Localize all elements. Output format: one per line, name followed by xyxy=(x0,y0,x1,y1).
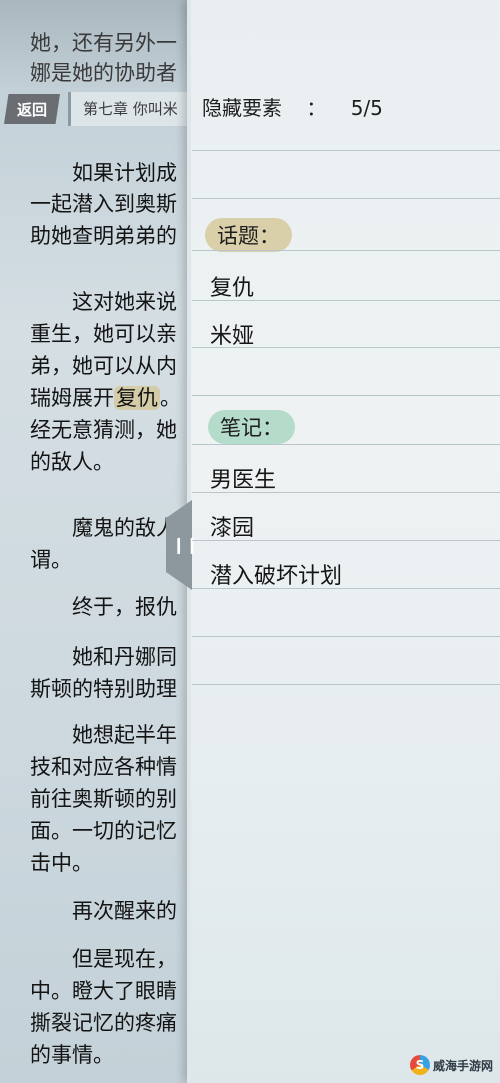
reader-line-highlighted: 瑞姆展开复仇。 xyxy=(30,385,181,411)
divider xyxy=(192,300,500,301)
reader-line: 一起潜入到奥斯 xyxy=(30,192,177,216)
panel-title-separator: ： xyxy=(306,96,327,120)
reader-line: 如果计划成 xyxy=(72,161,177,185)
panel-title-count: 5/5 xyxy=(350,96,383,120)
watermark-text: 威海手游网 xyxy=(433,1058,494,1073)
note-item[interactable]: 男医生 xyxy=(210,462,276,494)
reader-line: 技和对应各种情 xyxy=(30,755,177,779)
back-button[interactable]: 返回 xyxy=(4,94,60,124)
reader-line: 重生，她可以亲 xyxy=(30,322,177,346)
reader-line: 的事情。 xyxy=(30,1043,114,1067)
watermark-logo-icon: S xyxy=(410,1055,430,1075)
reader-text: 。 xyxy=(160,386,181,410)
topic-item[interactable]: 复仇 xyxy=(210,270,254,302)
reader-line: 谓。 xyxy=(30,548,72,572)
reader-line: 再次醒来的 xyxy=(72,899,177,923)
divider xyxy=(192,347,500,348)
reader-line: 撕裂记忆的疼痛 xyxy=(30,1011,177,1035)
reader-line: 前往奥斯顿的别 xyxy=(30,787,177,811)
reader-line: 斯顿的特别助理 xyxy=(30,677,177,701)
reader-line: 助她查明弟弟的 xyxy=(30,224,177,248)
double-bar-icon: ❙❙ xyxy=(172,535,199,554)
panel-title: 隐藏要素 ： 5/5 xyxy=(202,92,383,121)
note-item[interactable]: 漆园 xyxy=(210,510,254,542)
divider xyxy=(192,150,500,151)
reader-line: 魔鬼的敌人 xyxy=(72,516,177,540)
reader-line: 但是现在， xyxy=(72,947,177,971)
reader-line: 击中。 xyxy=(30,851,93,875)
reader-line: 这对她来说 xyxy=(72,290,177,314)
reader-line: 终于，报仇 xyxy=(72,595,177,619)
divider xyxy=(192,636,500,637)
divider xyxy=(192,492,500,493)
reader-line: 的敌人。 xyxy=(30,450,114,474)
divider xyxy=(192,395,500,396)
divider xyxy=(192,444,500,445)
topic-item[interactable]: 米娅 xyxy=(210,318,254,350)
reader-line: 中。瞪大了眼睛 xyxy=(30,979,177,1003)
panel-title-label: 隐藏要素 xyxy=(202,96,282,120)
divider xyxy=(192,250,500,251)
notes-section-label: 笔记： xyxy=(208,410,295,444)
reader-text: 瑞姆展开 xyxy=(30,386,114,410)
divider xyxy=(192,588,500,589)
reader-line: 娜是她的协助者 xyxy=(30,61,177,85)
reader-page: 她，还有另外一 娜是她的协助者 如果计划成 一起潜入到奥斯 助她查明弟弟的 这对… xyxy=(0,0,190,1083)
highlighted-keyword-revenge[interactable]: 复仇 xyxy=(114,386,160,410)
reader-line: 弟，她可以从内 xyxy=(30,354,177,378)
reader-line: 面。一切的记忆 xyxy=(30,819,177,843)
divider xyxy=(192,540,500,541)
reader-line: 她和丹娜同 xyxy=(72,645,177,669)
divider xyxy=(192,684,500,685)
divider xyxy=(192,198,500,199)
reader-line: 她想起半年 xyxy=(72,723,177,747)
reader-line: 她，还有另外一 xyxy=(30,31,177,55)
site-watermark: S 威海手游网 xyxy=(410,1052,496,1078)
topics-section-label: 话题： xyxy=(205,218,292,252)
chapter-title: 第七章 你叫米 xyxy=(68,92,190,126)
reader-line: 经无意猜测，她 xyxy=(30,418,177,442)
note-item[interactable]: 潜入破坏计划 xyxy=(210,558,342,590)
